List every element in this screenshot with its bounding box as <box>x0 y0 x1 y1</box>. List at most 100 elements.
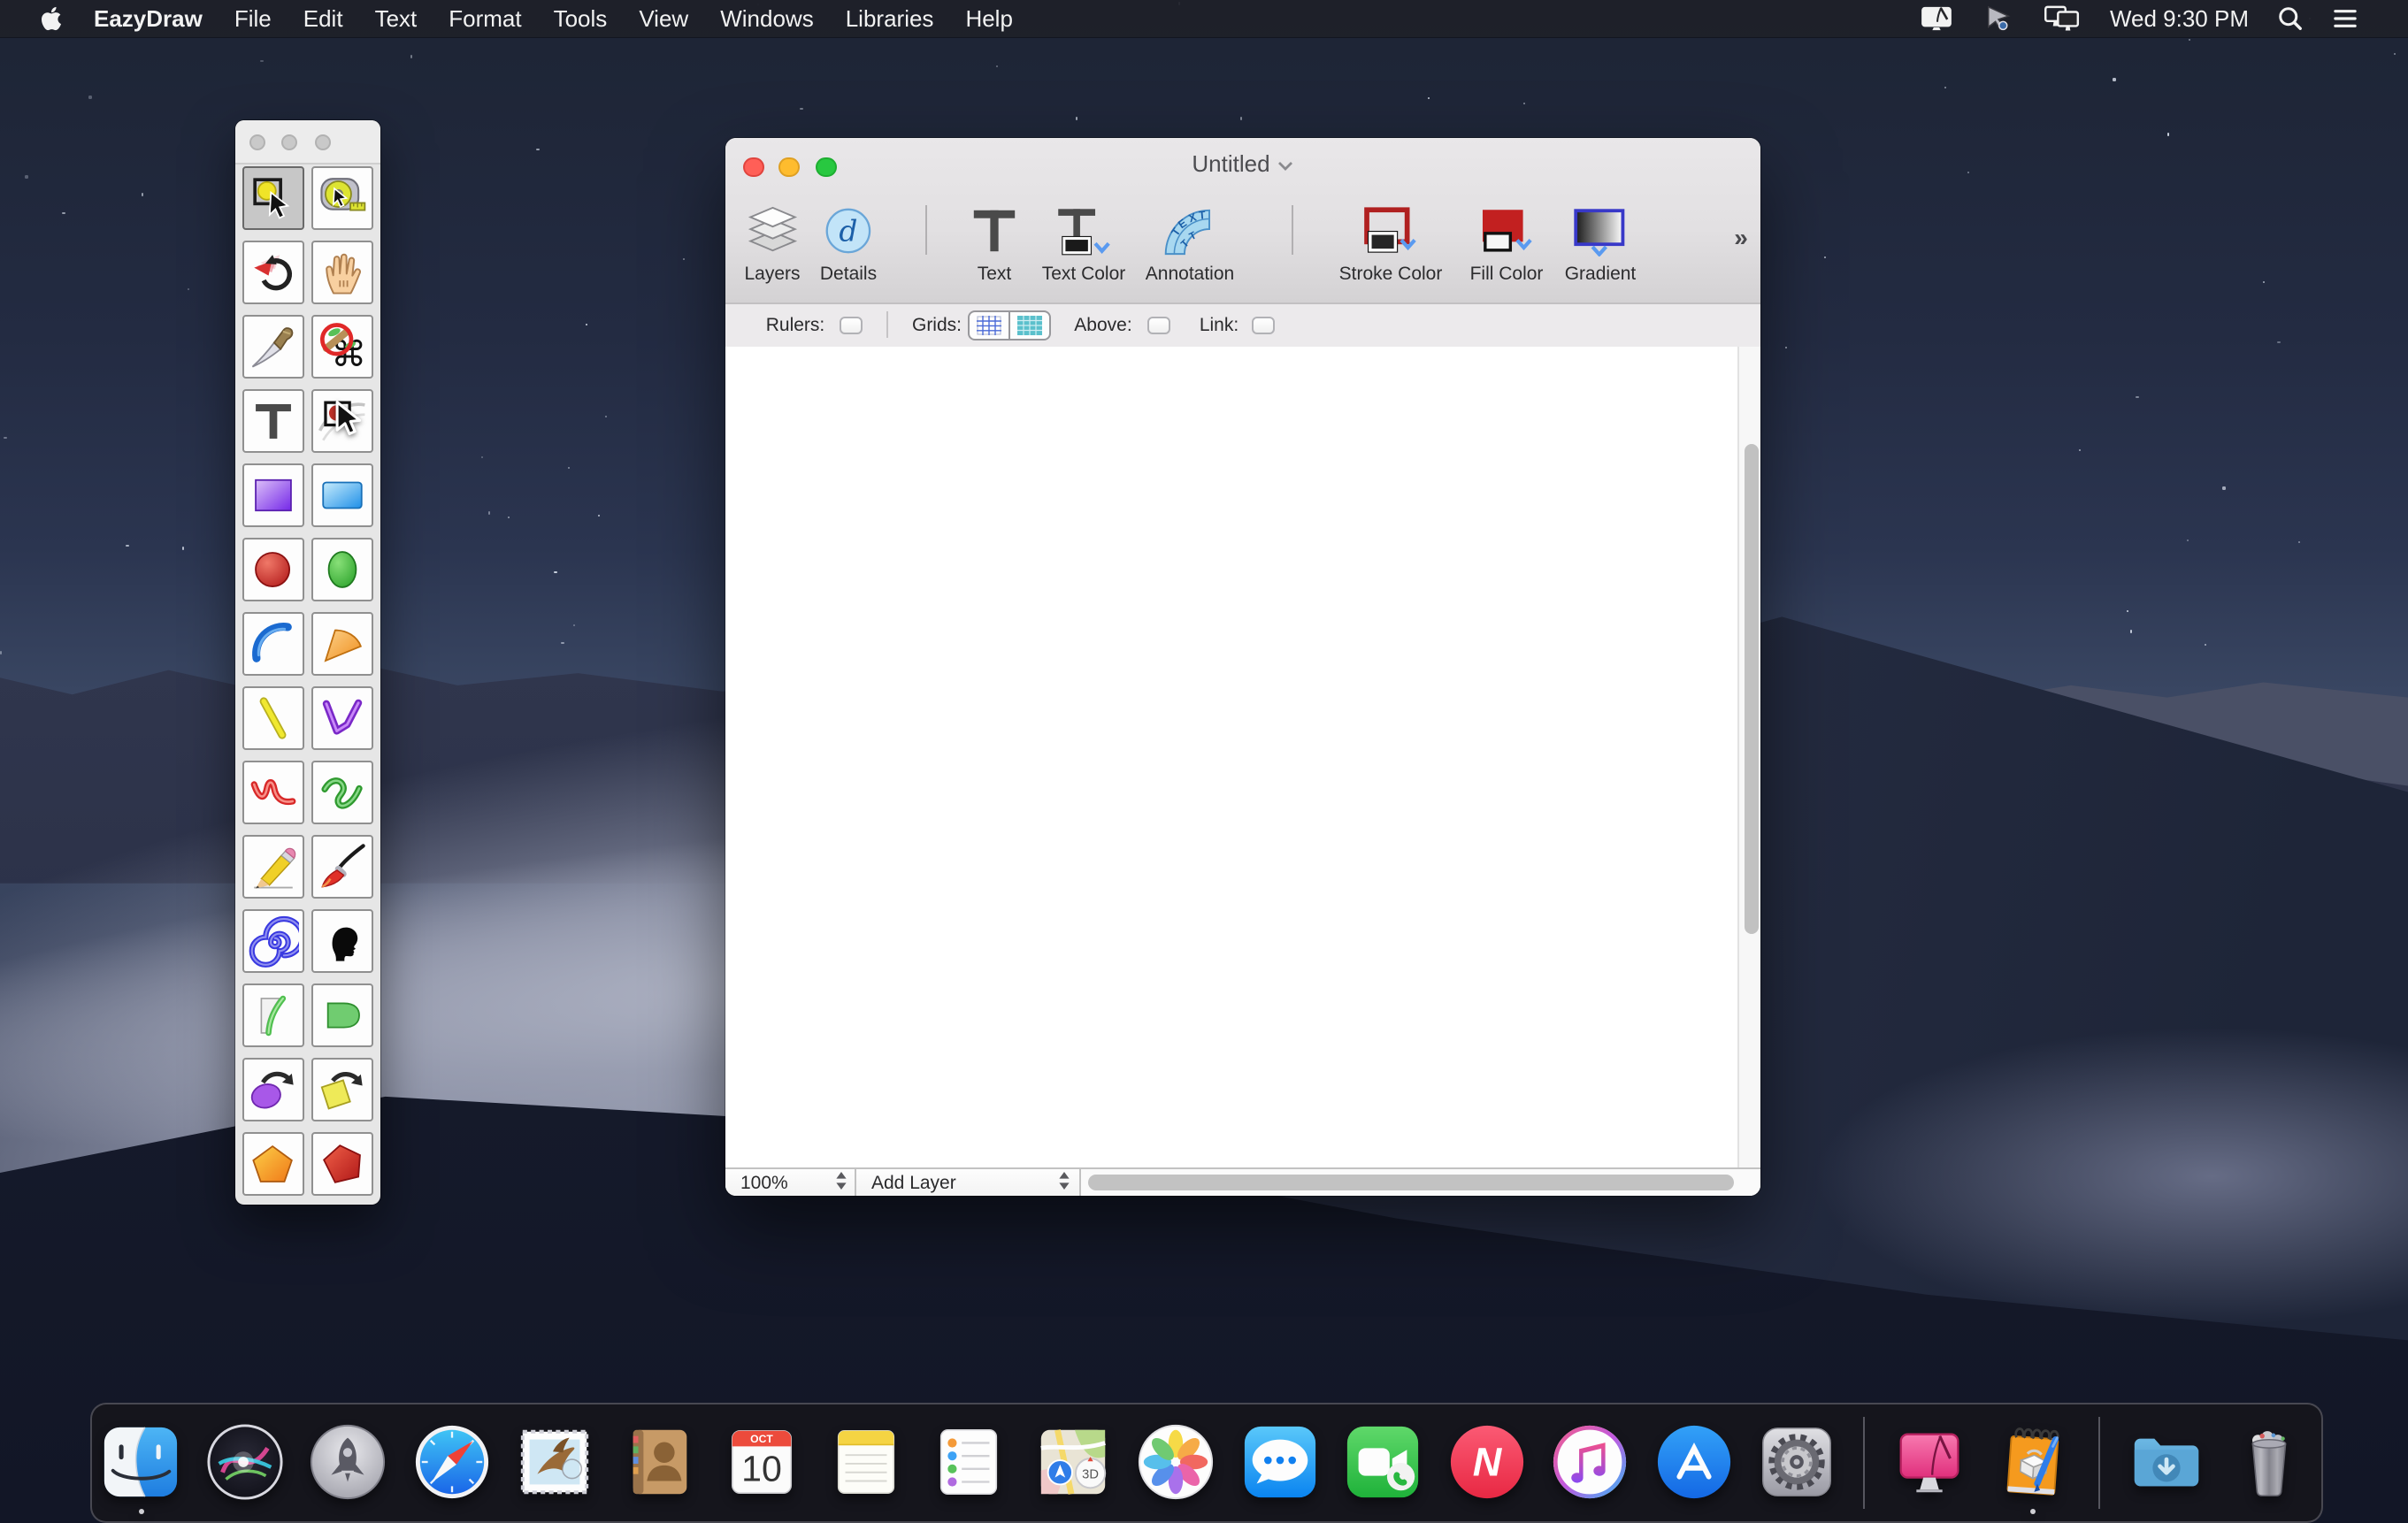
vertical-scrollbar-thumb[interactable] <box>1744 443 1758 933</box>
dock-calendar-icon[interactable]: OCT10 <box>722 1422 801 1502</box>
add-layer-dropdown[interactable]: Add Layer <box>855 1169 1080 1196</box>
tool-no-command-button[interactable]: ⌘ <box>311 314 372 378</box>
tool-select-button[interactable] <box>242 165 303 229</box>
tool-rotate-rectangle-button[interactable] <box>311 1057 372 1121</box>
title-chevron-down-icon[interactable] <box>1277 150 1293 177</box>
tool-blade-curve-button[interactable] <box>242 983 303 1046</box>
tool-image-button[interactable] <box>311 908 372 972</box>
menu-libraries[interactable]: Libraries <box>830 0 950 37</box>
wallpaper-star <box>89 96 92 99</box>
display-slash-icon[interactable] <box>1906 0 1968 37</box>
dock-cleanmymac-icon[interactable] <box>1890 1422 1969 1502</box>
tool-spiral-button[interactable] <box>242 908 303 972</box>
dock-itunes-icon[interactable] <box>1550 1422 1630 1502</box>
spotlight-search-icon[interactable] <box>2263 0 2318 37</box>
tool-freehand-curve-button[interactable] <box>311 760 372 823</box>
tool-pentagon-button[interactable] <box>242 1131 303 1195</box>
tool-pencil-button[interactable] <box>242 834 303 898</box>
dock-eazydraw-icon[interactable] <box>1993 1422 2073 1502</box>
toolbar-text-color-button[interactable]: Text Color <box>1042 202 1126 285</box>
menu-help[interactable]: Help <box>949 0 1029 37</box>
tool-circle-button[interactable] <box>242 537 303 601</box>
pointer-tool-icon[interactable] <box>1968 0 2030 37</box>
dock-app-store-icon[interactable] <box>1653 1422 1733 1502</box>
palette-close-button[interactable] <box>249 134 265 149</box>
horizontal-scrollbar[interactable] <box>1080 1169 1760 1196</box>
menu-edit[interactable]: Edit <box>288 0 359 37</box>
menu-bar-clock[interactable]: Wed 9:30 PM <box>2096 5 2263 32</box>
toolbar-stroke-color-button[interactable]: Stroke Color <box>1339 202 1443 285</box>
document-canvas[interactable] <box>725 347 1760 1169</box>
dock-messages-icon[interactable] <box>1239 1422 1319 1502</box>
dock-launchpad-icon[interactable] <box>308 1422 387 1502</box>
vertical-scrollbar[interactable] <box>1737 347 1760 1169</box>
dock-maps-icon[interactable]: 3D <box>1032 1422 1112 1502</box>
wallpaper-star <box>1522 102 1525 104</box>
menu-view[interactable]: View <box>623 0 704 37</box>
tool-polygon-button[interactable] <box>311 1131 372 1195</box>
toolbar-details-button[interactable]: dDetails <box>820 202 877 285</box>
dock-contacts-icon[interactable] <box>618 1422 698 1502</box>
dock-finder-icon[interactable] <box>101 1422 180 1502</box>
tool-pan-hand-button[interactable] <box>311 240 372 303</box>
menu-text[interactable]: Text <box>359 0 433 37</box>
grid-solid-segment[interactable] <box>1010 312 1049 339</box>
tool-rotate-ellipse-button[interactable] <box>242 1057 303 1121</box>
tool-text-button[interactable] <box>242 388 303 452</box>
tool-rounded-rectangle-button[interactable] <box>311 463 372 526</box>
wallpaper-star <box>2186 539 2189 541</box>
dock-facetime-icon[interactable] <box>1343 1422 1423 1502</box>
dock-system-preferences-icon[interactable] <box>1757 1422 1837 1502</box>
tool-arc-button[interactable] <box>242 611 303 675</box>
tool-palette-titlebar[interactable] <box>235 120 380 165</box>
wallpaper-star <box>995 65 998 67</box>
tool-paintbrush-button[interactable] <box>311 834 372 898</box>
tool-wedge-button[interactable] <box>311 611 372 675</box>
tool-line-button[interactable] <box>242 685 303 749</box>
notification-center-icon[interactable] <box>2318 0 2373 37</box>
menu-tools[interactable]: Tools <box>538 0 624 37</box>
above-checkbox[interactable] <box>1147 317 1170 334</box>
palette-zoom-button[interactable] <box>314 134 330 149</box>
dock-mail-icon[interactable] <box>515 1422 594 1502</box>
dock-notes-icon[interactable] <box>825 1422 905 1502</box>
toolbar-fill-color-button[interactable]: Fill Color <box>1470 202 1544 285</box>
toolbar-layers-button[interactable]: Layers <box>744 202 800 285</box>
toolbar-overflow-button[interactable]: » <box>1734 223 1746 251</box>
wallpaper-star <box>126 545 128 547</box>
tool-ellipse-button[interactable] <box>311 537 372 601</box>
dock-downloads-icon[interactable] <box>2126 1422 2205 1502</box>
horizontal-scrollbar-thumb[interactable] <box>1087 1174 1733 1190</box>
toolbar-annotation-button[interactable]: TEXTTTAnnotation <box>1146 202 1234 285</box>
dock-trash-icon[interactable] <box>2229 1422 2309 1502</box>
zoom-level-control[interactable]: 100% <box>725 1169 855 1196</box>
app-menu-eazydraw[interactable]: EazyDraw <box>78 0 219 37</box>
palette-minimize-button[interactable] <box>281 134 297 149</box>
displays-icon[interactable] <box>2030 0 2096 37</box>
add-layer-stepper[interactable] <box>1057 1170 1070 1195</box>
wallpaper-star <box>507 516 510 518</box>
grid-lines-segment[interactable] <box>970 312 1010 339</box>
tool-rotate-redo-button[interactable] <box>242 240 303 303</box>
dock-siri-icon[interactable] <box>204 1422 284 1502</box>
menu-format[interactable]: Format <box>433 0 537 37</box>
toolbar-text-button[interactable]: Text <box>969 202 1020 285</box>
apple-menu[interactable] <box>25 0 78 37</box>
tool-curve-button[interactable] <box>242 760 303 823</box>
tool-knife-button[interactable] <box>242 314 303 378</box>
tool-rectangle-button[interactable] <box>242 463 303 526</box>
menu-file[interactable]: File <box>219 0 288 37</box>
dock-safari-icon[interactable] <box>411 1422 491 1502</box>
dock-news-icon[interactable]: N <box>1446 1422 1526 1502</box>
link-checkbox[interactable] <box>1252 317 1275 334</box>
wallpaper-star <box>2113 79 2116 81</box>
rulers-checkbox[interactable] <box>840 317 863 334</box>
dock-reminders-icon[interactable] <box>929 1422 1008 1502</box>
tool-polyline-button[interactable] <box>311 685 372 749</box>
menu-windows[interactable]: Windows <box>704 0 830 37</box>
tool-measure-button[interactable] <box>311 165 372 229</box>
dock-photos-icon[interactable] <box>1136 1422 1216 1502</box>
zoom-stepper[interactable] <box>834 1170 847 1195</box>
toolbar-gradient-button[interactable]: Gradient <box>1565 202 1637 285</box>
tool-rounded-shape-button[interactable] <box>311 983 372 1046</box>
